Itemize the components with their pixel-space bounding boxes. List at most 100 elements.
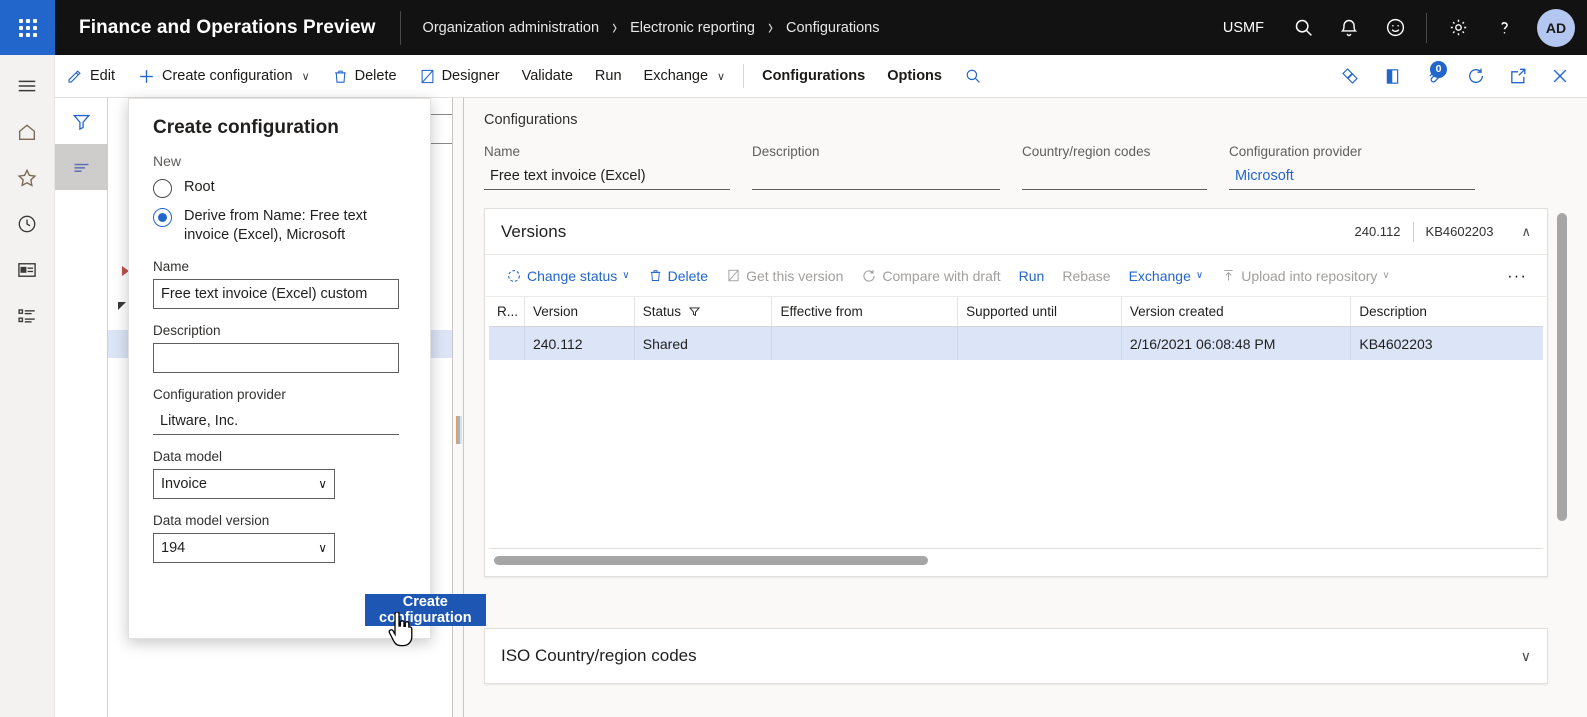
breadcrumb-item-org-admin[interactable]: Organization administration: [423, 20, 600, 36]
column-header-description[interactable]: Description: [1351, 297, 1543, 326]
breadcrumb-item-electronic-reporting[interactable]: Electronic reporting: [630, 20, 755, 36]
create-configuration-label: Create configuration: [162, 68, 293, 84]
versions-card: Versions 240.112 KB4602203 ∧ Change stat…: [484, 208, 1548, 577]
field-name-value[interactable]: Free text invoice (Excel): [484, 165, 730, 190]
column-header-version-created[interactable]: Version created: [1121, 297, 1352, 326]
delete-button[interactable]: Delete: [321, 55, 408, 98]
chevron-down-icon: ∨: [318, 477, 327, 491]
open-in-new-window-icon[interactable]: [1497, 55, 1539, 98]
column-header-effective-from[interactable]: Effective from: [772, 297, 959, 326]
rebase-label: Rebase: [1062, 267, 1111, 284]
radio-option-derive-from[interactable]: Derive from Name: Free text invoice (Exc…: [141, 198, 418, 245]
designer-button[interactable]: Designer: [408, 55, 511, 98]
dialog-provider-input[interactable]: [153, 407, 399, 435]
version-delete-button[interactable]: Delete: [639, 255, 717, 297]
dialog-data-model-version-field: Data model version 194 ∨: [141, 499, 418, 563]
chevron-down-icon: ∨: [301, 70, 310, 83]
dialog-data-model-select[interactable]: Invoice ∨: [153, 469, 335, 499]
topbar-right-group: USMF AD: [1213, 0, 1587, 55]
search-icon[interactable]: [1280, 0, 1326, 55]
grid-horizontal-scrollbar[interactable]: [489, 549, 1543, 576]
cell-version: 240.112: [525, 327, 635, 360]
table-row[interactable]: 240.112 Shared 2/16/2021 06:08:48 PM KB4…: [489, 327, 1543, 360]
validate-button[interactable]: Validate: [511, 55, 584, 98]
exchange-label: Exchange: [643, 68, 709, 84]
modules-list-icon[interactable]: [0, 293, 55, 339]
exchange-button[interactable]: Exchange ∨: [633, 55, 737, 98]
favorites-star-icon[interactable]: [0, 155, 55, 201]
waffle-grid-icon[interactable]: [0, 0, 55, 55]
tree-expand-arrow-expanded[interactable]: [118, 302, 126, 310]
version-run-button[interactable]: Run: [1010, 255, 1054, 297]
designer-label: Designer: [441, 68, 500, 84]
chevron-down-icon: ∨: [1195, 270, 1204, 281]
compare-with-draft-button[interactable]: Compare with draft: [852, 255, 1009, 297]
personalize-diamond-icon[interactable]: [1329, 55, 1371, 98]
page-vertical-scrollbar[interactable]: [1557, 213, 1567, 521]
version-exchange-label: Exchange: [1128, 267, 1191, 284]
dialog-data-model-value: Invoice: [161, 476, 207, 492]
dialog-description-input[interactable]: [153, 343, 399, 373]
iso-country-region-codes-card[interactable]: ISO Country/region codes ∨: [484, 628, 1548, 684]
splitter-grip[interactable]: [456, 416, 462, 444]
grid-horizontal-scroll-thumb[interactable]: [494, 556, 928, 565]
run-button[interactable]: Run: [584, 55, 633, 98]
breadcrumb-item-configurations[interactable]: Configurations: [786, 20, 880, 36]
tab-options[interactable]: Options: [876, 55, 953, 98]
workspaces-icon[interactable]: [0, 247, 55, 293]
field-description-value[interactable]: [752, 165, 1000, 190]
edit-label: Edit: [90, 68, 115, 84]
column-header-r[interactable]: R...: [489, 297, 525, 326]
edit-button[interactable]: Edit: [55, 55, 126, 98]
filter-funnel-icon[interactable]: [55, 98, 108, 144]
hamburger-menu-icon[interactable]: [0, 63, 55, 109]
app-root: Finance and Operations Preview Organizat…: [0, 0, 1587, 717]
recent-clock-icon[interactable]: [0, 201, 55, 247]
field-country-region-codes-value[interactable]: [1022, 165, 1207, 190]
upload-into-repository-button[interactable]: Upload into repository ∨: [1212, 255, 1399, 297]
feedback-smiley-icon[interactable]: [1372, 0, 1418, 55]
chevron-down-icon[interactable]: ∨: [1521, 648, 1531, 665]
chevron-down-icon: ∨: [622, 270, 630, 281]
get-this-version-button[interactable]: Get this version: [717, 255, 852, 297]
iso-card-title: ISO Country/region codes: [501, 646, 697, 665]
filter-funnel-icon[interactable]: [688, 305, 701, 318]
field-configuration-provider-value[interactable]: Microsoft: [1229, 165, 1475, 190]
radio-derive-from-icon[interactable]: [153, 208, 172, 227]
notifications-bell-icon[interactable]: [1326, 0, 1372, 55]
versions-grid-body: 240.112 Shared 2/16/2021 06:08:48 PM KB4…: [489, 327, 1543, 549]
attachments-icon[interactable]: 0: [1413, 55, 1455, 98]
search-icon[interactable]: [953, 55, 993, 98]
list-lines-icon[interactable]: [55, 144, 108, 190]
radio-option-root[interactable]: Root: [141, 169, 418, 198]
column-header-status[interactable]: Status: [634, 297, 773, 326]
chevron-down-icon: ∨: [318, 541, 327, 555]
create-configuration-button[interactable]: Create configuration ∨: [126, 55, 321, 98]
cell-status: Shared: [635, 327, 773, 360]
version-exchange-button[interactable]: Exchange ∨: [1120, 255, 1213, 297]
avatar[interactable]: AD: [1537, 8, 1575, 47]
header-fields: Name Free text invoice (Excel) Descripti…: [484, 144, 1587, 190]
refresh-icon[interactable]: [1455, 55, 1497, 98]
home-icon[interactable]: [0, 109, 55, 155]
settings-gear-icon[interactable]: [1435, 0, 1481, 55]
radio-root-icon[interactable]: [153, 179, 172, 198]
chevron-up-icon[interactable]: ∧: [1505, 224, 1531, 240]
overflow-menu-button[interactable]: ···: [1499, 266, 1535, 286]
change-status-button[interactable]: Change status ∨: [497, 255, 639, 297]
column-header-supported-until[interactable]: Supported until: [958, 297, 1122, 326]
tab-configurations[interactable]: Configurations: [751, 55, 876, 98]
close-icon[interactable]: [1539, 55, 1581, 98]
rebase-button[interactable]: Rebase: [1053, 255, 1119, 297]
company-selector[interactable]: USMF: [1213, 20, 1280, 36]
dialog-provider-label: Configuration provider: [153, 387, 286, 402]
column-header-version[interactable]: Version: [524, 297, 635, 326]
create-configuration-dialog: Create configuration New Root Derive fro…: [128, 98, 486, 639]
dialog-data-model-version-select[interactable]: 194 ∨: [153, 533, 335, 563]
help-question-icon[interactable]: [1481, 0, 1527, 55]
dialog-provider-field: Configuration provider: [141, 373, 418, 435]
office-app-icon[interactable]: [1371, 55, 1413, 98]
top-navigation-bar: Finance and Operations Preview Organizat…: [0, 0, 1587, 55]
create-configuration-submit-button[interactable]: Create configuration: [365, 594, 486, 626]
dialog-name-input[interactable]: [153, 279, 399, 309]
